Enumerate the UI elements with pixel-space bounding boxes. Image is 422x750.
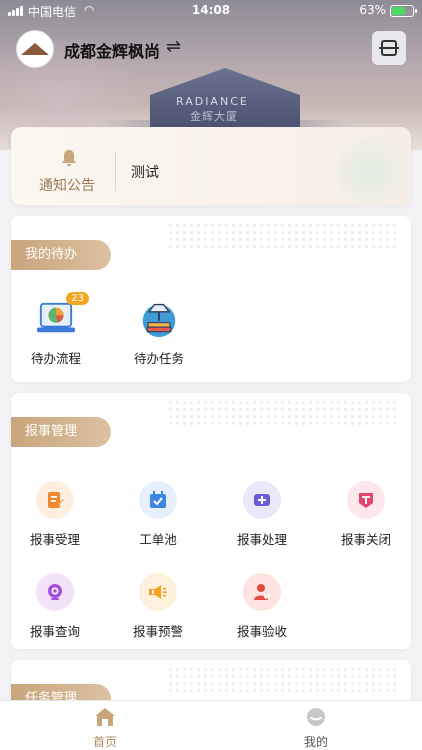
project-name[interactable]: 成都金辉枫尚	[64, 38, 160, 62]
laptop-chart-icon: 23	[37, 292, 89, 338]
building-sign-cn: 金辉大厦	[190, 110, 238, 123]
report-query-item[interactable]: 报事查询	[15, 573, 95, 640]
megaphone-warning-icon	[139, 573, 177, 611]
report-warning-item[interactable]: 报事预警	[118, 573, 198, 640]
section-title-todo: 我的待办	[11, 240, 111, 270]
building-sign: RADIANCE	[176, 95, 249, 108]
scan-button[interactable]	[372, 31, 406, 65]
report-handle-label: 报事处理	[236, 532, 287, 547]
todo-section: 我的待办 23 待办流程 待办任务	[11, 216, 411, 382]
user-check-icon	[243, 573, 281, 611]
notice-label: 通知公告	[39, 178, 95, 194]
home-icon	[94, 707, 116, 727]
report-close-label: 报事关闭	[340, 532, 391, 547]
battery-percent: 63%	[359, 3, 386, 17]
report-handle-item[interactable]: 报事处理	[222, 481, 302, 548]
notice-divider	[115, 151, 116, 191]
work-order-pool-item[interactable]: 工单池	[118, 481, 198, 548]
notice-card[interactable]: 通知公告 测试	[11, 127, 411, 205]
section-title-report: 报事管理	[11, 417, 111, 447]
report-acceptance-label: 报事验收	[236, 624, 287, 639]
notice-text[interactable]: 测试	[131, 162, 159, 182]
webcam-icon	[36, 573, 74, 611]
report-accept-item[interactable]: 报事受理	[15, 481, 95, 548]
bell-icon	[61, 149, 77, 167]
tab-home-label: 首页	[92, 735, 117, 749]
tab-mine-label: 我的	[303, 735, 328, 749]
bottom-tab-bar: 首页 我的	[0, 700, 422, 750]
switch-project-icon[interactable]: ⇌	[166, 36, 181, 57]
tab-mine[interactable]: 我的	[286, 707, 346, 750]
report-accept-label: 报事受理	[29, 532, 80, 547]
decor-dots	[167, 666, 397, 696]
tab-home[interactable]: 首页	[75, 707, 135, 750]
report-query-label: 报事查询	[29, 624, 80, 639]
edit-document-icon	[36, 481, 74, 519]
report-section: 报事管理 报事受理 工单池 报事处理 报事关闭 报事查询 报事预警 报事验收	[11, 393, 411, 649]
calendar-check-icon	[139, 481, 177, 519]
handle-box-icon	[243, 481, 281, 519]
project-logo[interactable]	[16, 30, 54, 68]
todo-process-item[interactable]: 23 待办流程	[16, 292, 96, 367]
decor-dots	[167, 399, 397, 429]
scan-icon	[379, 40, 399, 56]
decor-dots	[167, 222, 397, 252]
todo-process-label: 待办流程	[30, 351, 81, 366]
profile-icon	[305, 707, 327, 727]
battery-icon	[390, 5, 417, 17]
todo-task-item[interactable]: 待办任务	[119, 300, 199, 367]
work-order-pool-label: 工单池	[139, 532, 177, 547]
report-warning-label: 报事预警	[132, 624, 183, 639]
desk-lamp-books-icon	[140, 300, 178, 338]
todo-count-badge: 23	[66, 292, 89, 305]
status-bar: 中国电信 ◠ 14:08 63%	[0, 0, 422, 22]
report-acceptance-item[interactable]: 报事验收	[222, 573, 302, 640]
todo-task-label: 待办任务	[133, 351, 184, 366]
close-shield-icon	[347, 481, 385, 519]
report-close-item[interactable]: 报事关闭	[326, 481, 406, 548]
megaphone-icon	[337, 137, 411, 205]
